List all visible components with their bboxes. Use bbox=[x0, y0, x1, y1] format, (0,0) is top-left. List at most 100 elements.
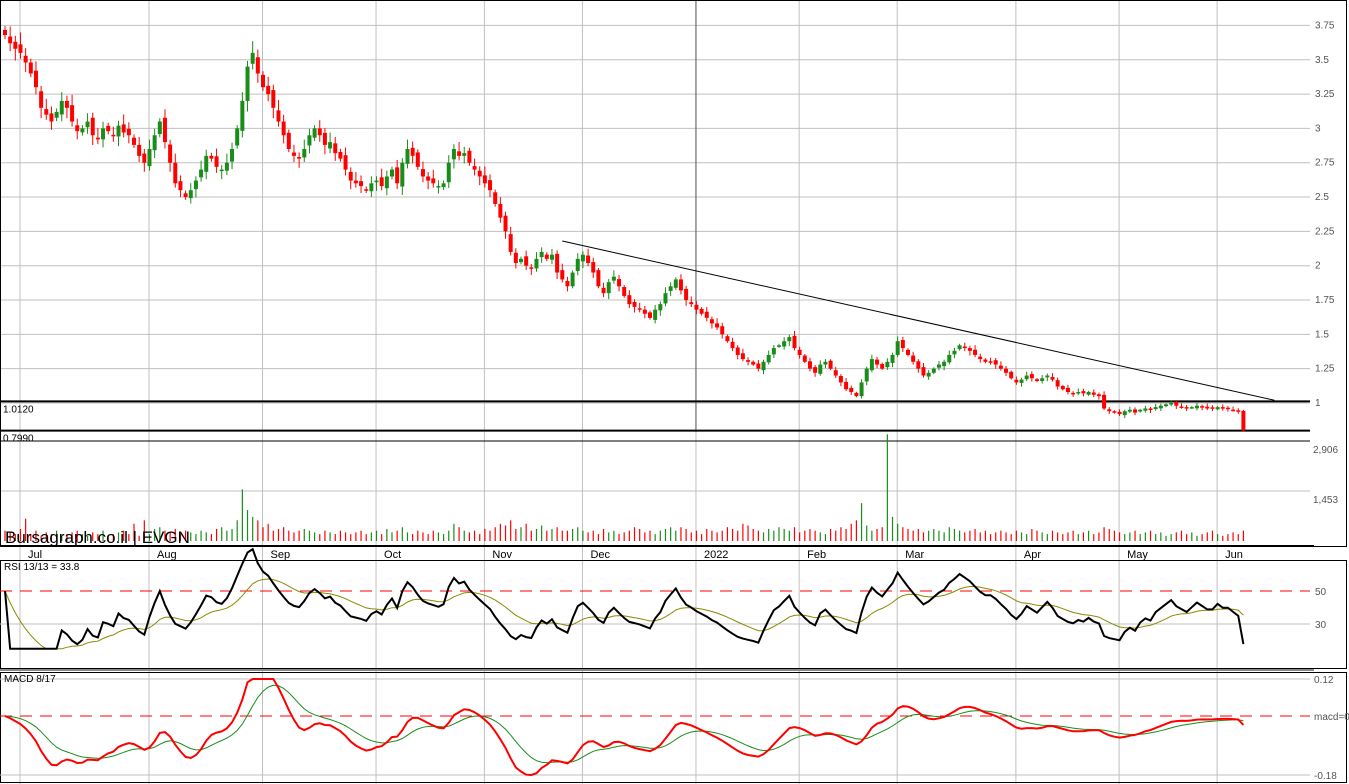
price-tick-label: 1 bbox=[1315, 398, 1321, 409]
candle-down bbox=[1174, 401, 1179, 406]
candle-down bbox=[622, 287, 627, 296]
candle-down bbox=[694, 304, 699, 310]
candle-up bbox=[441, 183, 446, 188]
candle-down bbox=[678, 279, 683, 291]
candle-down bbox=[632, 302, 637, 307]
candle-down bbox=[586, 255, 591, 263]
candle-down bbox=[720, 326, 725, 335]
month-label: Nov bbox=[492, 549, 512, 561]
candle-up bbox=[152, 135, 157, 151]
candle-down bbox=[740, 353, 745, 360]
candle-up bbox=[204, 155, 209, 172]
candle-up bbox=[405, 148, 410, 164]
candle-down bbox=[900, 340, 905, 349]
candle-up bbox=[606, 282, 611, 294]
candle-up bbox=[235, 128, 240, 146]
candle-down bbox=[338, 151, 343, 159]
candle-down bbox=[993, 360, 998, 365]
candle-down bbox=[488, 180, 493, 191]
candle-up bbox=[570, 272, 575, 287]
candle-down bbox=[751, 361, 756, 365]
candle-down bbox=[1009, 371, 1014, 379]
candle-up bbox=[85, 121, 90, 128]
price-tick-label: 3.75 bbox=[1315, 20, 1335, 31]
month-label: Aug bbox=[157, 549, 177, 561]
rsi-label: RSI 13/13 = 33.8 bbox=[4, 562, 80, 573]
candle-down bbox=[1065, 387, 1070, 393]
candle-down bbox=[880, 364, 885, 369]
rsi-panel: 50 30 bbox=[0, 547, 1327, 650]
candle-up bbox=[885, 361, 890, 368]
candle-down bbox=[962, 346, 967, 349]
candle-down bbox=[395, 167, 400, 184]
candle-up bbox=[369, 183, 374, 192]
candle-down bbox=[1091, 392, 1096, 395]
candle-up bbox=[224, 162, 229, 171]
candle-up bbox=[549, 254, 554, 260]
candle-down bbox=[317, 128, 322, 136]
macd-tick-label: 0.12 bbox=[1314, 675, 1334, 686]
candle-down bbox=[838, 376, 843, 383]
candle-down bbox=[627, 295, 632, 305]
candle-up bbox=[1076, 392, 1081, 394]
candle-up bbox=[1143, 408, 1148, 411]
candle-up bbox=[580, 254, 585, 262]
macd-tick-label: macd=0 bbox=[1314, 712, 1349, 723]
price-tick-label: 1.5 bbox=[1315, 329, 1329, 340]
candle-up bbox=[328, 142, 333, 149]
candle-up bbox=[952, 350, 957, 355]
candle-down bbox=[1112, 411, 1117, 413]
candle-down bbox=[1071, 392, 1076, 395]
candle-down bbox=[648, 312, 652, 318]
candle-up bbox=[1024, 375, 1029, 380]
candle-down bbox=[699, 308, 704, 314]
candle-down bbox=[978, 356, 983, 360]
candle-down bbox=[297, 157, 302, 159]
price-tick-label: 2.75 bbox=[1315, 158, 1335, 169]
candle-up bbox=[818, 364, 823, 374]
month-label: Dec bbox=[590, 549, 610, 561]
candle-down bbox=[591, 262, 596, 273]
candle-down bbox=[807, 361, 812, 369]
candle-up bbox=[374, 180, 379, 183]
candle-down bbox=[322, 132, 327, 145]
candle-up bbox=[1127, 409, 1132, 412]
candle-down bbox=[849, 387, 854, 393]
candle-up bbox=[926, 372, 931, 377]
candle-up bbox=[1019, 379, 1024, 383]
candle-up bbox=[1045, 375, 1050, 378]
rsi-line bbox=[4, 547, 1245, 650]
candle-up bbox=[199, 169, 204, 178]
candle-up bbox=[147, 148, 152, 167]
brand-label: Bursagraph.co.il | EVGN bbox=[5, 528, 190, 547]
candle-up bbox=[869, 359, 874, 371]
candle-up bbox=[101, 128, 106, 140]
rsi-tick-label: 50 bbox=[1315, 587, 1327, 598]
candle-down bbox=[1200, 406, 1205, 408]
candle-down bbox=[482, 175, 487, 184]
candle-down bbox=[276, 110, 281, 122]
month-label: 2022 bbox=[704, 549, 728, 561]
candle-down bbox=[1210, 407, 1215, 409]
candle-up bbox=[312, 128, 317, 138]
stock-chart: Jul Aug Sep Oct Nov Dec 2022 Feb Mar Apr May Jun 3.7… bbox=[0, 0, 1349, 784]
candle-down bbox=[286, 132, 291, 149]
candle-up bbox=[59, 100, 64, 115]
candle-down bbox=[802, 355, 807, 362]
candle-down bbox=[142, 153, 147, 163]
candle-down bbox=[967, 348, 972, 351]
candle-up bbox=[782, 341, 787, 347]
candle-up bbox=[777, 345, 781, 347]
candle-down bbox=[560, 270, 565, 280]
candle-down bbox=[255, 57, 260, 74]
candle-up bbox=[1153, 407, 1158, 410]
candle-up bbox=[446, 162, 451, 183]
price-tick-label: 1.25 bbox=[1315, 364, 1335, 375]
candle-down bbox=[1060, 386, 1065, 390]
axes: Jul Aug Sep Oct Nov Dec 2022 Feb Mar Apr May Jun 3.7… bbox=[0, 0, 1347, 783]
candle-down bbox=[642, 309, 647, 314]
candle-down bbox=[477, 170, 482, 177]
candle-down bbox=[348, 171, 353, 181]
candle-down bbox=[875, 359, 880, 365]
candle-down bbox=[756, 363, 761, 369]
